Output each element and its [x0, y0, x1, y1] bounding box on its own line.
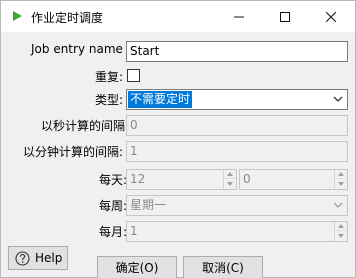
maximize-button[interactable]: [262, 1, 308, 32]
interval-minutes-input[interactable]: 1: [126, 141, 348, 162]
spin-down-button[interactable]: [224, 179, 236, 188]
spin-up-icon: [227, 172, 233, 176]
help-button-label: Help: [35, 251, 63, 265]
interval-seconds-label: 以秒计算的间隔:: [41, 119, 130, 133]
repeat-checkbox[interactable]: [127, 69, 140, 82]
spin-down-icon: [227, 181, 233, 186]
daily-minute-spinner[interactable]: 0: [239, 169, 348, 190]
daily-minute-value: 0: [243, 172, 251, 186]
cancel-button[interactable]: 取消(C): [183, 256, 263, 278]
title-bar: 作业定时调度: [1, 1, 355, 32]
monthly-spinner[interactable]: 1: [126, 221, 348, 242]
daily-hour-spinner[interactable]: 12: [126, 169, 237, 190]
close-icon: [326, 11, 336, 22]
spin-up-button[interactable]: [335, 222, 347, 231]
daily-minute-spin-buttons: [334, 170, 347, 189]
spin-up-icon: [338, 224, 344, 228]
spin-down-icon: [338, 233, 344, 238]
help-icon: [15, 251, 30, 266]
window-title: 作业定时调度: [31, 11, 104, 25]
close-button[interactable]: [308, 1, 354, 32]
spin-up-button[interactable]: [224, 170, 236, 179]
daily-label: 每天:: [99, 173, 128, 187]
job-entry-name-label: Job entry name: [31, 42, 123, 56]
ok-button[interactable]: 确定(O): [97, 256, 177, 278]
job-entry-name-input[interactable]: Start: [126, 41, 348, 62]
spin-down-button[interactable]: [335, 179, 347, 188]
monthly-label: 每月:: [99, 225, 128, 239]
spin-down-icon: [338, 181, 344, 186]
spin-up-icon: [338, 172, 344, 176]
spin-up-button[interactable]: [335, 170, 347, 179]
monthly-value: 1: [130, 224, 138, 238]
daily-hour-spin-buttons: [223, 170, 236, 189]
weekly-selected-value: 星期一: [130, 198, 167, 212]
spin-down-button[interactable]: [335, 231, 347, 240]
type-label: 类型:: [95, 93, 124, 107]
play-icon: [13, 11, 22, 21]
type-selected-value: 不需要定时: [128, 91, 193, 108]
chevron-down-icon: [333, 202, 343, 208]
weekly-select[interactable]: 星期一: [126, 195, 348, 216]
monthly-spin-buttons: [334, 222, 347, 241]
minimize-button[interactable]: [216, 1, 262, 32]
interval-seconds-input[interactable]: 0: [126, 115, 348, 136]
help-button[interactable]: Help: [8, 246, 68, 270]
interval-minutes-label: 以分钟计算的间隔:: [23, 145, 124, 159]
job-schedule-dialog: 作业定时调度 Job entry name Start 重复: 类型: 不需要定…: [0, 0, 356, 278]
minimize-icon: [234, 16, 244, 17]
weekly-label: 每周:: [99, 199, 128, 213]
maximize-icon: [280, 11, 290, 22]
type-select[interactable]: 不需要定时: [126, 89, 348, 110]
daily-hour-value: 12: [130, 172, 146, 186]
repeat-label: 重复:: [95, 70, 124, 84]
chevron-down-icon: [333, 96, 343, 102]
